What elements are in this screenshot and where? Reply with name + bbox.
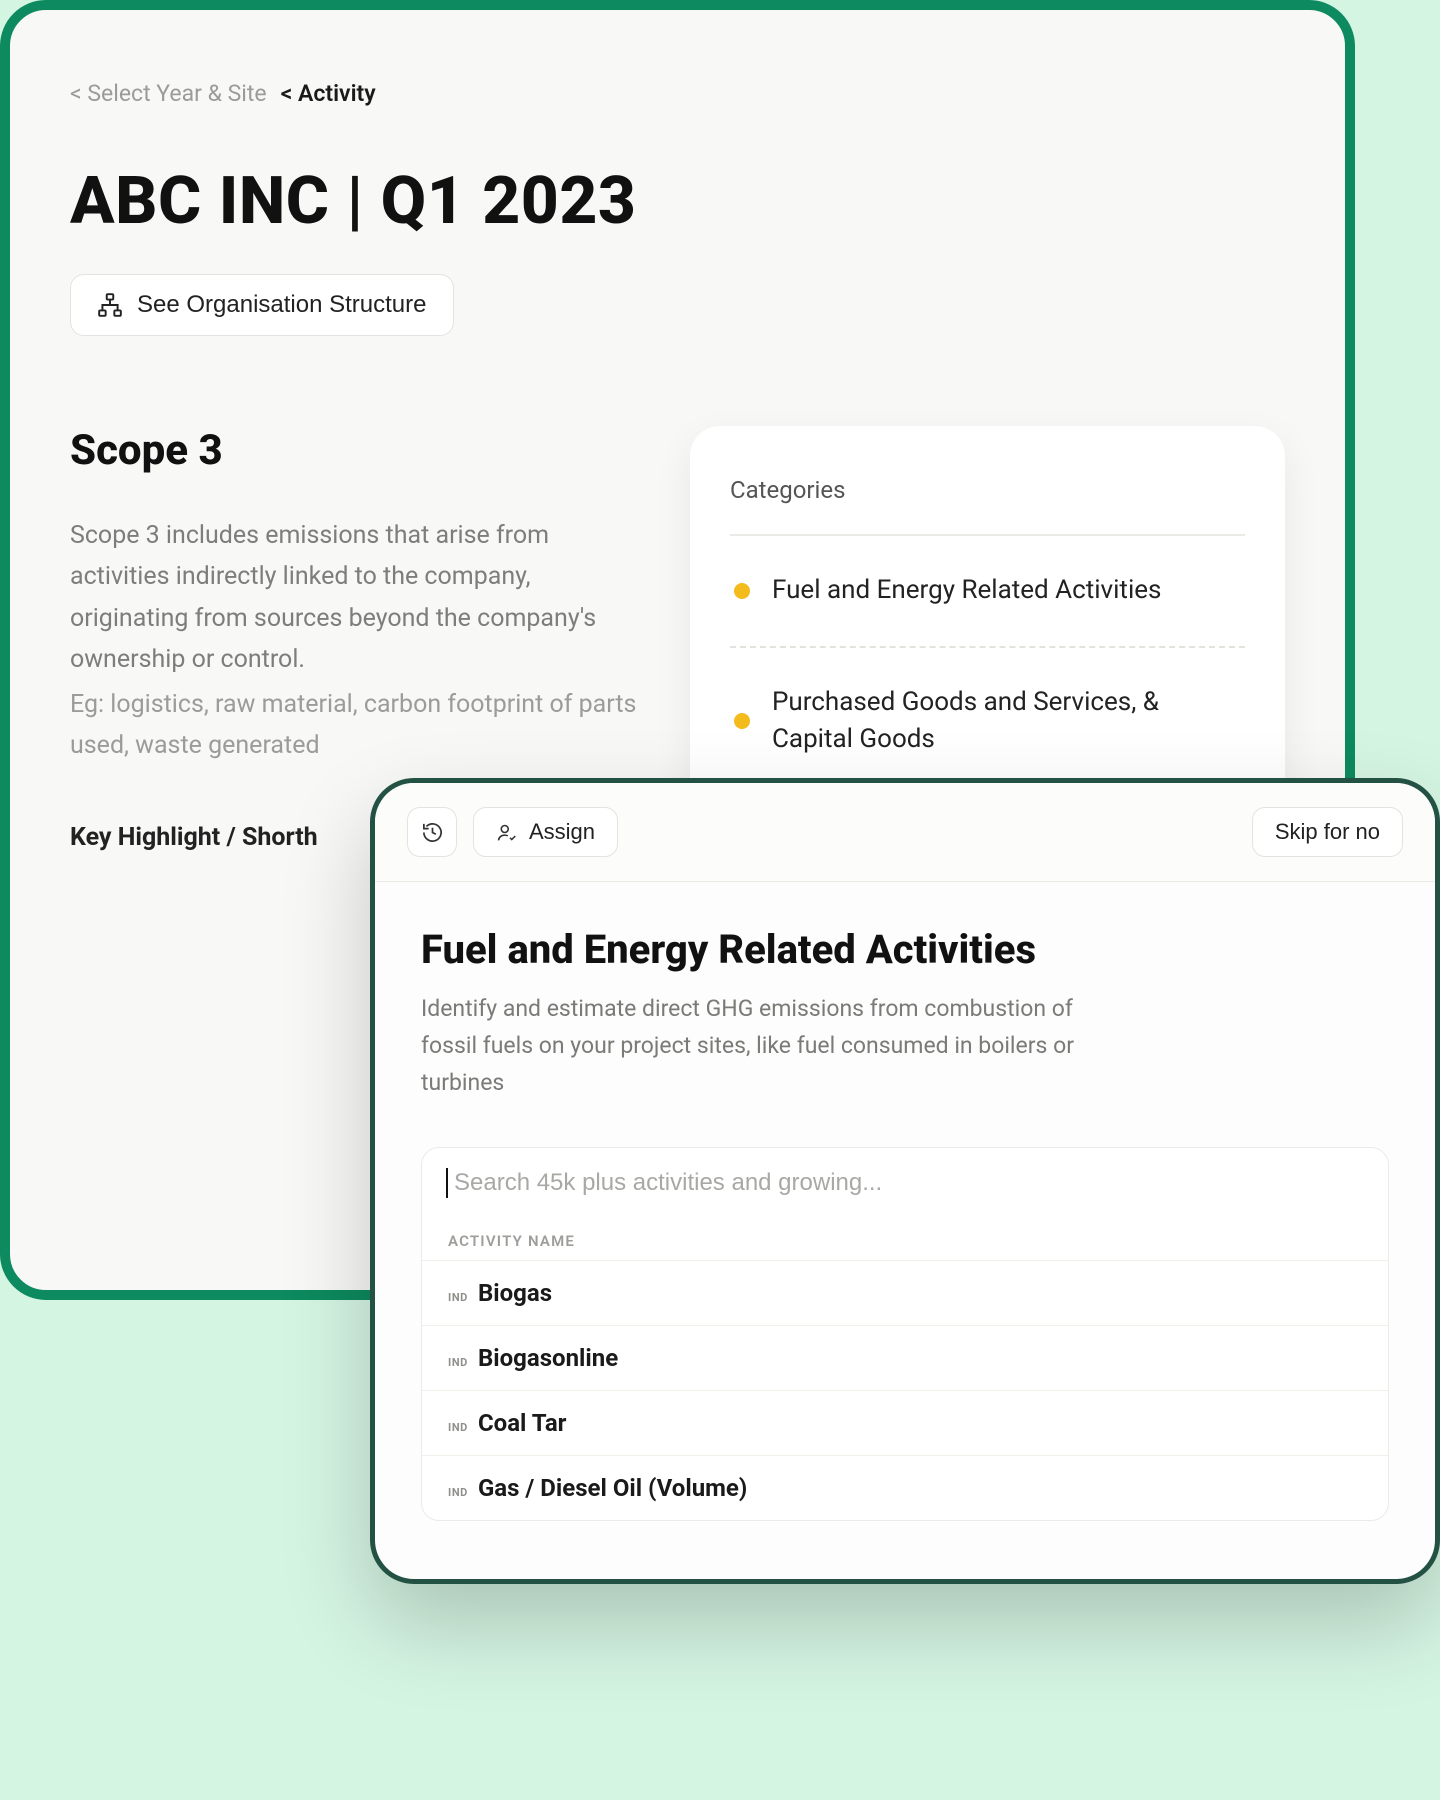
activity-name: Biogasonline — [478, 1344, 618, 1372]
status-dot-icon — [734, 583, 750, 599]
scope-title: Scope 3 — [70, 426, 640, 475]
user-assign-icon — [496, 822, 517, 843]
assign-button[interactable]: Assign — [473, 807, 618, 857]
categories-heading: Categories — [730, 476, 1245, 536]
activity-row[interactable]: IND Biogas — [422, 1260, 1388, 1325]
org-structure-button[interactable]: See Organisation Structure — [70, 274, 454, 336]
page-title: ABC INC | Q1 2023 — [70, 163, 1285, 240]
activity-tag: IND — [448, 1356, 468, 1369]
history-icon — [421, 821, 444, 844]
activity-row[interactable]: IND Coal Tar — [422, 1390, 1388, 1455]
scope-description: Scope 3 includes emissions that arise fr… — [70, 515, 640, 680]
breadcrumb-current[interactable]: < Activity — [281, 80, 376, 107]
activity-name: Gas / Diesel Oil (Volume) — [478, 1474, 747, 1502]
activity-row[interactable]: IND Biogasonline — [422, 1325, 1388, 1390]
category-row[interactable]: Fuel and Energy Related Activities — [730, 536, 1245, 646]
history-button[interactable] — [407, 807, 457, 857]
dialog-title: Fuel and Energy Related Activities — [421, 926, 1389, 973]
activity-name: Biogas — [478, 1279, 552, 1307]
breadcrumb-prev[interactable]: < Select Year & Site — [70, 80, 267, 107]
org-structure-label: See Organisation Structure — [137, 291, 427, 319]
assign-label: Assign — [529, 819, 595, 845]
activity-name: Coal Tar — [478, 1409, 567, 1437]
skip-label: Skip for no — [1275, 819, 1380, 845]
skip-button[interactable]: Skip for no — [1252, 807, 1403, 857]
dialog-topbar: Assign Skip for no — [375, 783, 1435, 882]
activity-tag: IND — [448, 1291, 468, 1304]
category-row[interactable]: Purchased Goods and Services, & Capital … — [730, 646, 1245, 795]
activity-row[interactable]: IND Gas / Diesel Oil (Volume) — [422, 1455, 1388, 1520]
text-cursor-icon — [446, 1168, 448, 1198]
category-label: Purchased Goods and Services, & Capital … — [772, 684, 1241, 759]
dialog-description: Identify and estimate direct GHG emissio… — [421, 991, 1121, 1101]
activity-tag: IND — [448, 1421, 468, 1434]
activity-tag: IND — [448, 1486, 468, 1499]
status-dot-icon — [734, 713, 750, 729]
activity-column-header: ACTIVITY NAME — [422, 1218, 1388, 1260]
activity-search-input[interactable] — [454, 1169, 1364, 1197]
activity-dialog: Assign Skip for no Fuel and Energy Relat… — [370, 778, 1440, 1584]
activity-search-panel: ACTIVITY NAME IND Biogas IND Biogasonlin… — [421, 1147, 1389, 1521]
category-label: Fuel and Energy Related Activities — [772, 572, 1161, 610]
breadcrumb: < Select Year & Site < Activity — [70, 80, 1285, 107]
sitemap-icon — [97, 292, 123, 318]
scope-example: Eg: logistics, raw material, carbon foot… — [70, 684, 640, 767]
